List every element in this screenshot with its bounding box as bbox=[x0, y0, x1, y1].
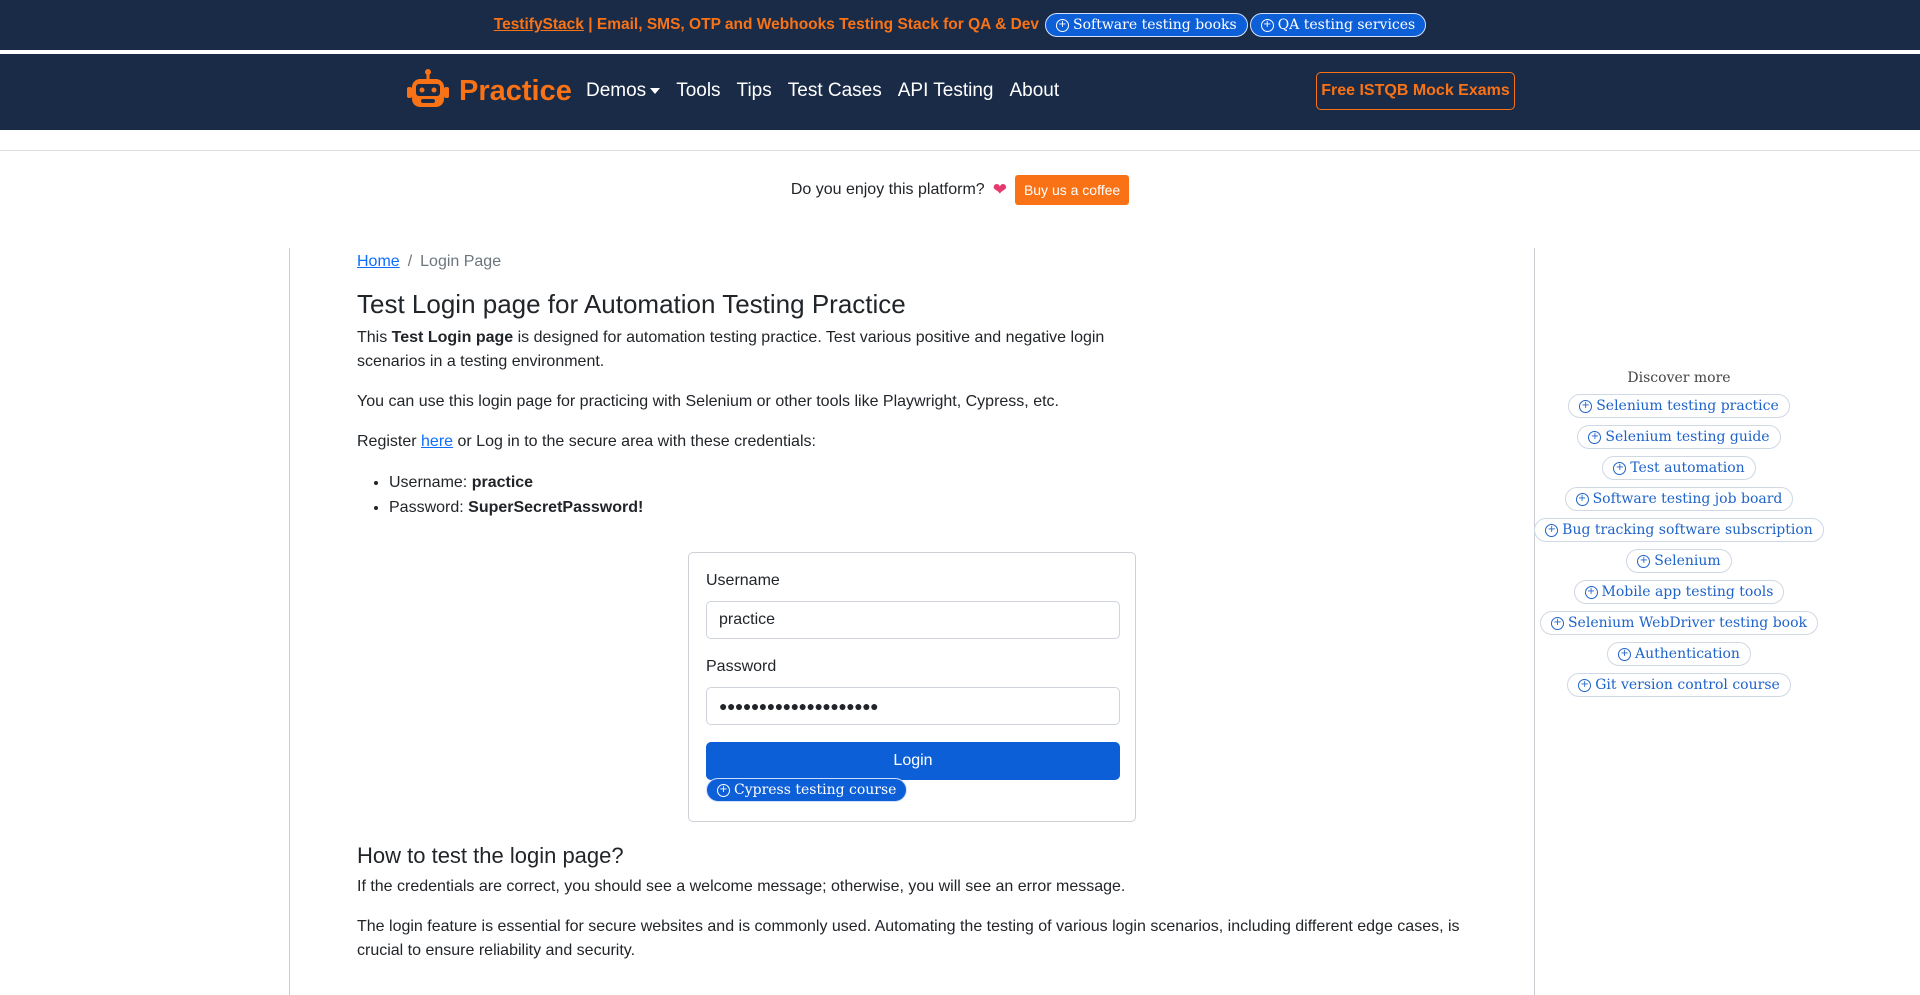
top-promo-bar: TestifyStack | Email, SMS, OTP and Webho… bbox=[0, 0, 1920, 52]
plus-circle-icon: + bbox=[1637, 554, 1651, 568]
plus-circle-icon: + bbox=[1575, 492, 1589, 506]
support-question: Do you enjoy this platform? bbox=[790, 181, 985, 198]
plus-circle-icon: + bbox=[1550, 616, 1564, 630]
heart-icon: ❤ bbox=[992, 180, 1007, 199]
page-title: Test Login page for Automation Testing P… bbox=[357, 289, 906, 319]
how-to-section: How to test the login page? If the crede… bbox=[357, 843, 1467, 963]
sidebar-link-authentication[interactable]: + Authentication bbox=[1607, 642, 1751, 666]
label: Password: bbox=[389, 499, 469, 516]
plus-circle-icon: + bbox=[1579, 399, 1593, 413]
pill-label: Selenium bbox=[1654, 553, 1721, 569]
breadcrumb-current: Login Page bbox=[420, 253, 502, 270]
pill-label: Bug tracking software subscription bbox=[1562, 522, 1813, 538]
qa-testing-services-pill[interactable]: + QA testing services bbox=[1249, 13, 1427, 37]
sidebar-link-software-testing-job-board[interactable]: + Software testing job board bbox=[1564, 487, 1794, 511]
how-to-heading: How to test the login page? bbox=[357, 843, 624, 868]
text: This bbox=[357, 329, 392, 346]
credential-password: Password: SuperSecretPassword! bbox=[389, 495, 1457, 520]
buy-coffee-button[interactable]: Buy us a coffee bbox=[1014, 175, 1130, 205]
pill-label: Selenium testing guide bbox=[1605, 429, 1770, 445]
breadcrumb-separator: / bbox=[407, 253, 413, 270]
plus-circle-icon: + bbox=[1056, 18, 1069, 32]
breadcrumb: Home / Login Page bbox=[357, 253, 1457, 271]
support-banner: Do you enjoy this platform? ❤ Buy us a c… bbox=[0, 175, 1920, 205]
password-input[interactable]: ●●●●●●●●●●●●●●●●●●●● bbox=[706, 687, 1120, 725]
pill-label: Authentication bbox=[1635, 646, 1740, 662]
text: or Log in to the secure area with these … bbox=[453, 433, 816, 450]
plus-circle-icon: + bbox=[1588, 430, 1602, 444]
plus-circle-icon: + bbox=[1618, 647, 1632, 661]
intro-paragraph: This Test Login page is designed for aut… bbox=[357, 326, 1177, 374]
pill-label: Software testing job board bbox=[1592, 491, 1783, 507]
pill-label: Selenium WebDriver testing book bbox=[1567, 615, 1808, 631]
sidebar-link-selenium-testing-practice[interactable]: + Selenium testing practice bbox=[1568, 394, 1790, 418]
left-column-border bbox=[289, 248, 290, 995]
value: practice bbox=[471, 474, 534, 491]
plus-circle-icon: + bbox=[1584, 585, 1598, 599]
main-content: Home / Login Page Test Login page for Auto… bbox=[357, 248, 1457, 520]
how-to-paragraph-2: The login feature is essential for secur… bbox=[357, 918, 1460, 959]
promo-tagline: | Email, SMS, OTP and Webhooks Testing S… bbox=[583, 16, 1039, 33]
cypress-testing-course-pill[interactable]: + Cypress testing course bbox=[706, 778, 908, 802]
plus-circle-icon: + bbox=[717, 783, 730, 797]
username-label: Username bbox=[706, 572, 780, 589]
nav-label: Demos bbox=[586, 80, 647, 101]
main-navbar: Practice Demos Tools Tips Test Cases API… bbox=[0, 54, 1920, 130]
sidebar-link-selenium-webdriver-book[interactable]: + Selenium WebDriver testing book bbox=[1539, 611, 1819, 635]
pill-label: Selenium testing practice bbox=[1596, 398, 1779, 414]
login-form-card: Username practice Password ●●●●●●●●●●●●●… bbox=[688, 552, 1136, 822]
promo-text: TestifyStack | Email, SMS, OTP and Webho… bbox=[494, 16, 1039, 34]
text: Register bbox=[357, 433, 422, 450]
nav-item-test-cases[interactable]: Test Cases bbox=[788, 80, 882, 102]
tools-paragraph: You can use this login page for practici… bbox=[357, 393, 1059, 410]
pill-label: QA testing services bbox=[1277, 17, 1416, 33]
logo-text: Practice bbox=[459, 74, 572, 107]
discover-more-sidebar: Discover more + Selenium testing practice… bbox=[1530, 370, 1828, 697]
how-to-paragraph-1: If the credentials are correct, you shou… bbox=[357, 878, 1126, 895]
plus-circle-icon: + bbox=[1613, 461, 1627, 475]
pill-label: Cypress testing course bbox=[734, 782, 897, 798]
nav-item-demos[interactable]: Demos bbox=[586, 80, 661, 102]
robot-logo-icon bbox=[407, 69, 449, 107]
sidebar-link-mobile-app-testing-tools[interactable]: + Mobile app testing tools bbox=[1573, 580, 1785, 604]
sidebar-link-git-version-control-course[interactable]: + Git version control course bbox=[1567, 673, 1791, 697]
istqb-mock-exams-button[interactable]: Free ISTQB Mock Exams bbox=[1316, 72, 1515, 110]
pill-label: Test automation bbox=[1630, 460, 1745, 476]
nav-item-api-testing[interactable]: API Testing bbox=[898, 80, 994, 102]
credential-username: Username: practice bbox=[389, 470, 1457, 495]
login-button[interactable]: Login bbox=[706, 742, 1120, 780]
software-testing-books-pill[interactable]: + Software testing books bbox=[1045, 13, 1248, 37]
pill-label: Mobile app testing tools bbox=[1601, 584, 1774, 600]
plus-circle-icon: + bbox=[1578, 678, 1592, 692]
nav-item-tools[interactable]: Tools bbox=[676, 80, 720, 102]
value: SuperSecretPassword! bbox=[468, 499, 644, 516]
discover-more-heading: Discover more bbox=[1627, 370, 1731, 386]
testifystack-link[interactable]: TestifyStack bbox=[494, 16, 584, 33]
sidebar-link-bug-tracking-software[interactable]: + Bug tracking software subscription bbox=[1534, 518, 1824, 542]
breadcrumb-home-link[interactable]: Home bbox=[357, 253, 400, 270]
nav-item-tips[interactable]: Tips bbox=[737, 80, 772, 102]
nav-menu: Demos Tools Tips Test Cases API Testing … bbox=[586, 80, 1059, 102]
register-paragraph: Register here or Log in to the secure ar… bbox=[357, 430, 1457, 454]
pill-label: Software testing books bbox=[1073, 17, 1237, 33]
label: Username: bbox=[389, 474, 472, 491]
password-label: Password bbox=[706, 658, 777, 675]
pill-label: Git version control course bbox=[1595, 677, 1780, 693]
credentials-list: Username: practice Password: SuperSecret… bbox=[389, 470, 1457, 520]
sidebar-link-selenium-testing-guide[interactable]: + Selenium testing guide bbox=[1577, 425, 1781, 449]
bold-text: Test Login page bbox=[391, 329, 514, 346]
username-input[interactable]: practice bbox=[706, 601, 1120, 639]
plus-circle-icon: + bbox=[1545, 523, 1559, 537]
plus-circle-icon: + bbox=[1260, 18, 1274, 32]
divider bbox=[0, 150, 1920, 151]
brand-logo[interactable]: Practice bbox=[405, 68, 572, 114]
sidebar-link-selenium[interactable]: + Selenium bbox=[1626, 549, 1732, 573]
caret-down-icon bbox=[650, 87, 661, 94]
register-here-link[interactable]: here bbox=[421, 433, 453, 450]
sidebar-link-test-automation[interactable]: + Test automation bbox=[1602, 456, 1756, 480]
nav-item-about[interactable]: About bbox=[1010, 80, 1060, 102]
